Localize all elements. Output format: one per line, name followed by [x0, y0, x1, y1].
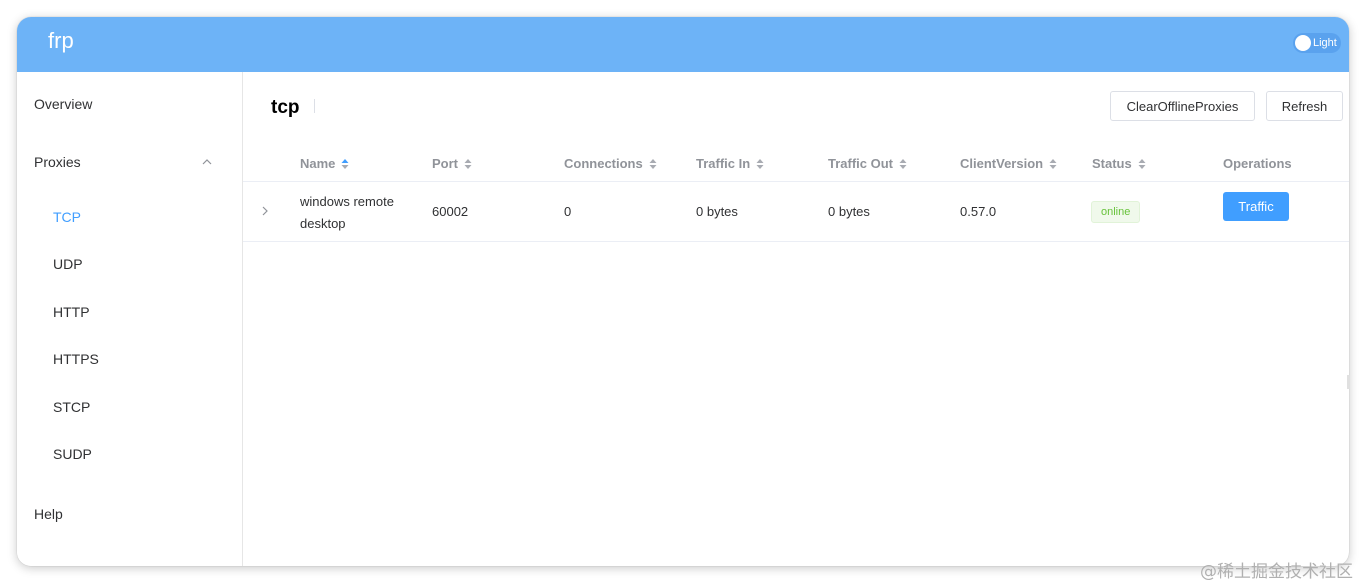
status-badge: online [1091, 201, 1141, 223]
page-title: tcp [271, 97, 300, 118]
table-cell-traffic-out: 0 bytes [828, 204, 870, 219]
refresh-button[interactable]: Refresh [1266, 91, 1343, 121]
sidebar-item-https[interactable]: HTTPS [53, 351, 99, 367]
sort-icon[interactable] [899, 158, 907, 170]
top-header: frp Light [17, 17, 1349, 72]
column-header-connections[interactable]: Connections [564, 156, 657, 171]
sidebar-item-tcp[interactable]: TCP [53, 209, 81, 225]
theme-toggle[interactable]: Light [1293, 33, 1341, 53]
table-header-divider [243, 181, 1349, 182]
column-header-port[interactable]: Port [432, 156, 472, 171]
sidebar-item-sudp[interactable]: SUDP [53, 446, 92, 462]
table-cell-port: 60002 [432, 204, 469, 219]
column-header-label: Name [300, 156, 336, 171]
title-divider [314, 99, 315, 113]
column-header-name[interactable]: Name [300, 156, 349, 171]
sort-icon[interactable] [756, 158, 764, 170]
sort-icon[interactable] [1138, 158, 1146, 170]
sort-icon[interactable] [649, 158, 657, 170]
sort-icon[interactable] [341, 158, 349, 170]
table-cell-connections: 0 [564, 204, 572, 219]
column-header-label: Status [1092, 156, 1132, 171]
column-header-client-version[interactable]: ClientVersion [960, 156, 1057, 171]
column-header-label: Connections [564, 156, 643, 171]
theme-toggle-label: Light [1313, 37, 1337, 49]
sort-icon[interactable] [464, 158, 472, 170]
brand-logo: frp [48, 28, 74, 53]
column-header-label: Traffic Out [828, 156, 894, 171]
sidebar-item-stcp[interactable]: STCP [53, 399, 90, 415]
table-cell-traffic-in: 0 bytes [696, 204, 738, 219]
column-header-traffic-in[interactable]: Traffic In [696, 156, 764, 171]
table-cell-name: windows remote desktop [300, 194, 394, 231]
watermark: @稀土掘金技术社区 [1200, 562, 1353, 582]
sidebar-item-proxies[interactable]: Proxies [34, 154, 81, 170]
sidebar-item-udp[interactable]: UDP [53, 256, 83, 272]
column-header-label: Operations [1223, 156, 1292, 171]
app-window: frp Light Overview Proxies TCP UDP HTTP … [17, 17, 1349, 566]
column-header-operations: Operations [1223, 156, 1292, 171]
scrollbar-handle[interactable] [1347, 375, 1350, 389]
chevron-up-icon[interactable] [202, 159, 212, 165]
sort-icon[interactable] [1049, 158, 1057, 170]
column-header-label: ClientVersion [960, 156, 1044, 171]
column-header-label: Traffic In [696, 156, 751, 171]
column-header-traffic-out[interactable]: Traffic Out [828, 156, 907, 171]
main-content: tcp ClearOfflineProxies Refresh Name Por… [243, 72, 1349, 566]
sidebar-item-overview[interactable]: Overview [34, 96, 92, 112]
chevron-right-icon[interactable] [261, 206, 269, 216]
traffic-button[interactable]: Traffic [1223, 192, 1289, 221]
sidebar-item-http[interactable]: HTTP [53, 304, 90, 320]
table-cell-client-version: 0.57.0 [960, 204, 997, 219]
sidebar: Overview Proxies TCP UDP HTTP HTTPS STCP… [17, 72, 243, 566]
column-header-status[interactable]: Status [1092, 156, 1146, 171]
column-header-label: Port [432, 156, 458, 171]
table-row-divider [243, 241, 1349, 242]
sidebar-item-help[interactable]: Help [34, 506, 63, 522]
toggle-knob-icon [1295, 35, 1311, 51]
clear-offline-proxies-button[interactable]: ClearOfflineProxies [1110, 91, 1255, 121]
